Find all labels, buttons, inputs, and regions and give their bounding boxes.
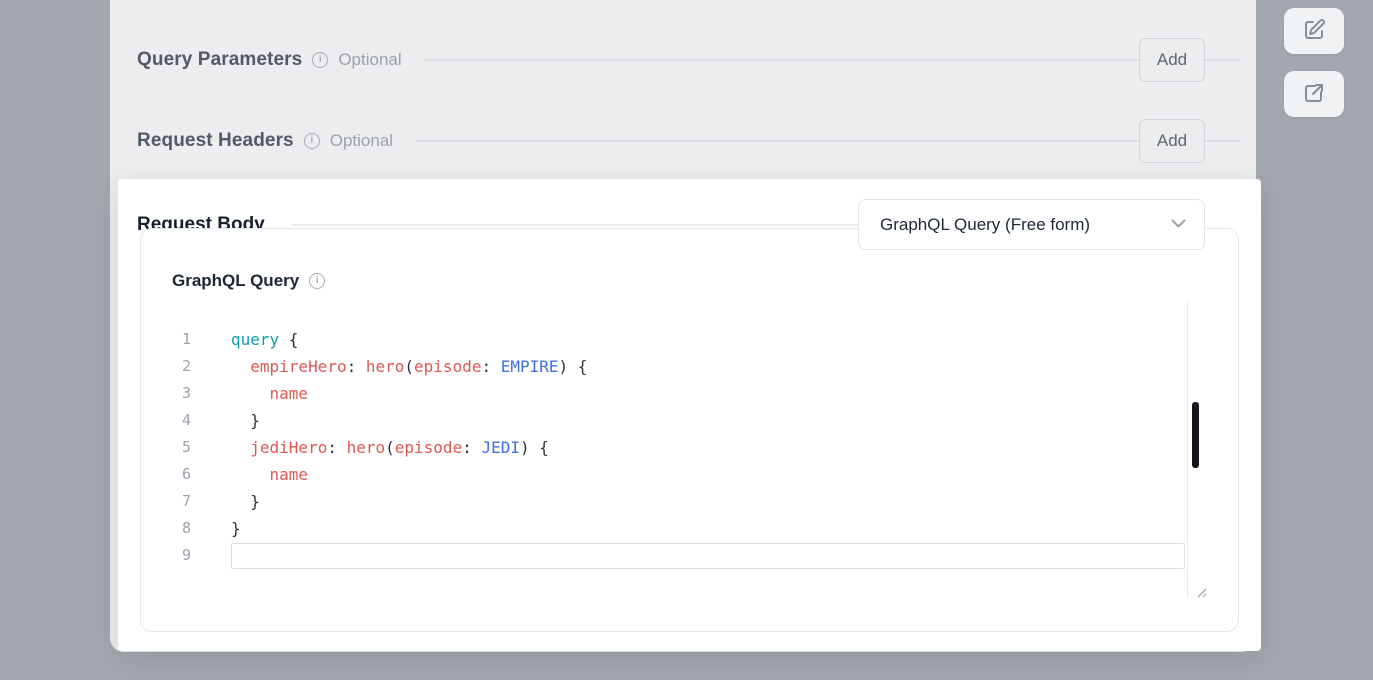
external-link-icon [1302,81,1326,108]
line-number: 8 [141,515,191,542]
line-number: 3 [141,380,191,407]
code-line[interactable]: 6 name [141,461,1185,488]
line-number: 4 [141,407,191,434]
code-line[interactable]: 5 jediHero: hero(episode: JEDI) { [141,434,1185,461]
line-content [231,543,1185,569]
line-content: jediHero: hero(episode: JEDI) { [231,434,549,461]
line-number: 1 [141,326,191,353]
editor-right-border [1187,301,1188,598]
request-headers-section: Request Headers i Optional Add [137,118,1240,164]
info-icon[interactable]: i [312,52,328,68]
line-content: } [231,515,241,542]
body-type-select[interactable]: GraphQL Query (Free form) [858,199,1205,250]
section-divider [415,140,1240,142]
line-number: 9 [141,542,191,569]
graphql-query-editor[interactable]: 1query {2 empireHero: hero(episode: EMPI… [141,326,1185,569]
add-request-header-button[interactable]: Add [1139,119,1205,163]
line-number: 5 [141,434,191,461]
line-content: empireHero: hero(episode: EMPIRE) { [231,353,587,380]
query-parameters-title: Query Parameters [137,49,302,71]
query-parameters-section: Query Parameters i Optional Add [137,37,1240,83]
body-type-selected-value: GraphQL Query (Free form) [880,215,1171,235]
add-query-parameter-button[interactable]: Add [1139,38,1205,82]
code-line[interactable]: 1 query { [141,326,1185,353]
code-line[interactable]: 3 name [141,380,1185,407]
line-content: } [231,488,260,515]
graphql-query-label: GraphQL Query [172,271,299,291]
code-line[interactable]: 2 empireHero: hero(episode: EMPIRE) { [141,353,1185,380]
line-content: name [231,461,308,488]
section-divider [424,59,1240,61]
edit-button[interactable] [1284,8,1344,54]
info-icon[interactable]: i [304,133,320,149]
code-line[interactable]: 7 } [141,488,1185,515]
request-body-panel: Request Body GraphQL Query (Free form) G… [118,179,1261,651]
line-content: name [231,380,308,407]
line-content: } [231,407,260,434]
optional-label: Optional [338,50,401,70]
line-content: query { [231,326,298,353]
code-line[interactable]: 9 [141,542,1185,569]
scrollbar-thumb[interactable] [1192,402,1199,468]
edit-icon [1302,18,1326,45]
code-line[interactable]: 8} [141,515,1185,542]
request-headers-title: Request Headers [137,130,294,152]
chevron-down-icon [1171,216,1186,234]
open-external-button[interactable] [1284,71,1344,117]
graphql-query-card: GraphQL Query i 1query {2 empireHero: he… [140,228,1239,632]
line-number: 7 [141,488,191,515]
code-line[interactable]: 4 } [141,407,1185,434]
info-icon[interactable]: i [309,273,325,289]
line-number: 6 [141,461,191,488]
resize-handle-icon[interactable] [1194,585,1208,599]
line-number: 2 [141,353,191,380]
graphql-query-label-row: GraphQL Query i [172,271,325,291]
optional-label: Optional [330,131,393,151]
